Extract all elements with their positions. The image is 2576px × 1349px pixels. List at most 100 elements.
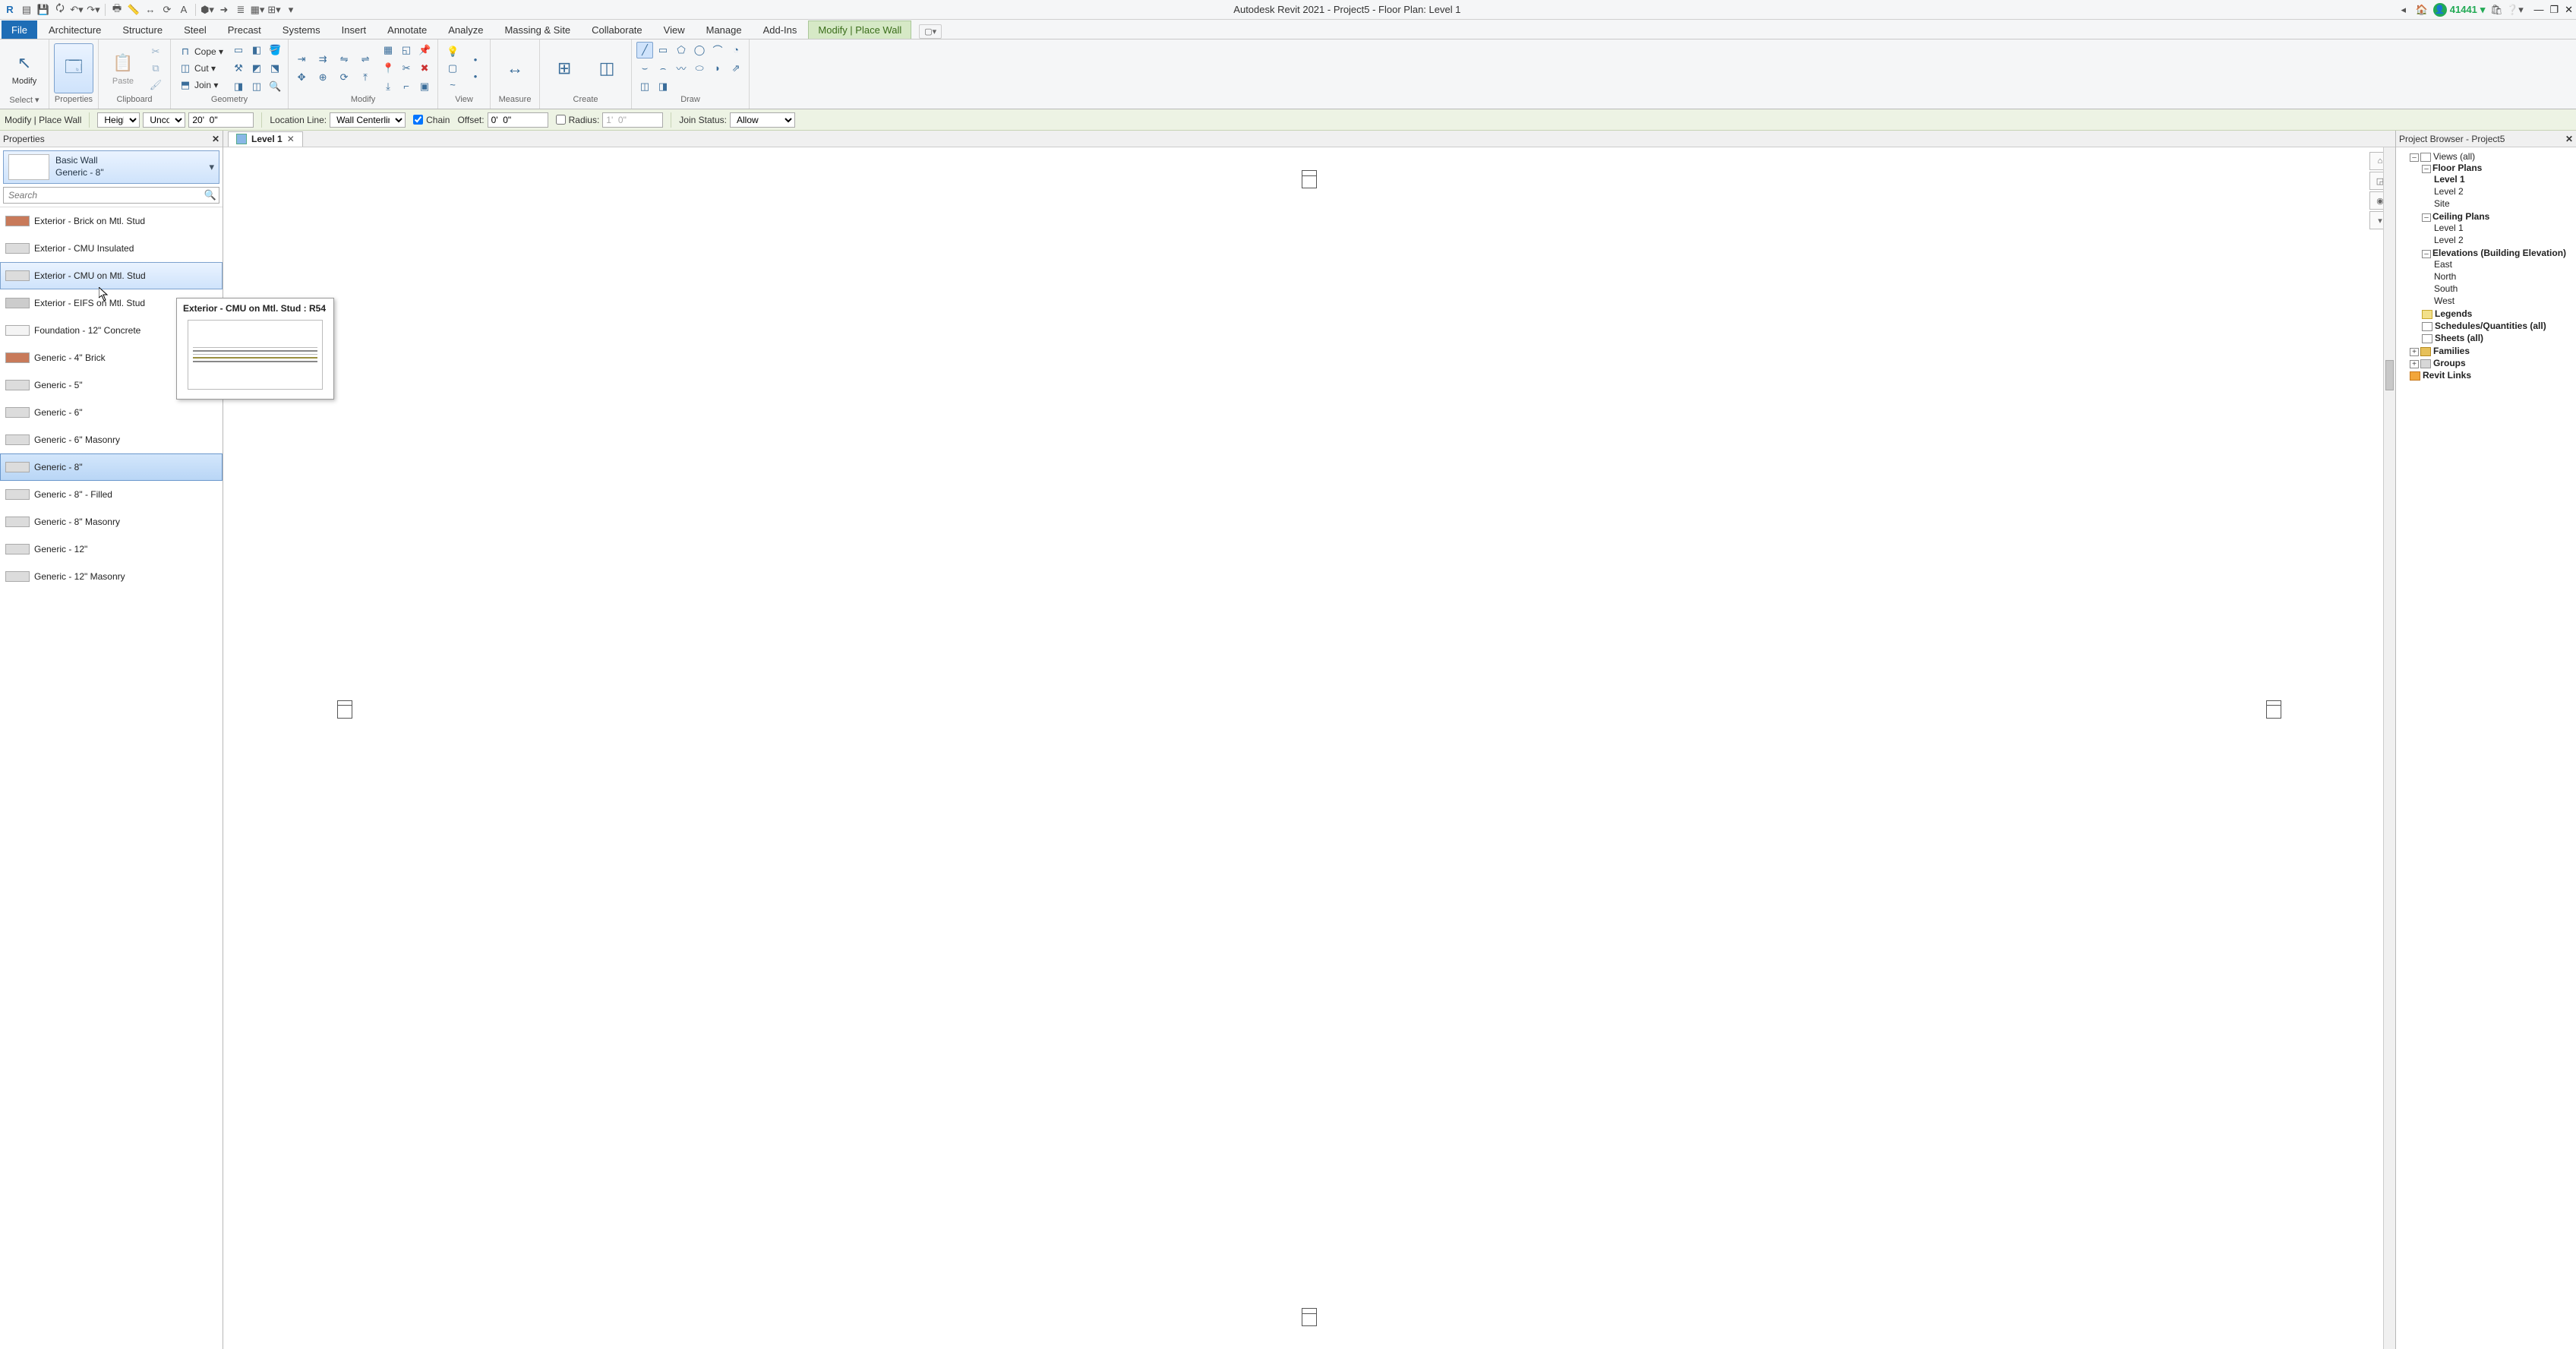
type-item[interactable]: Exterior - CMU on Mtl. Stud — [0, 262, 223, 289]
delete-icon[interactable]: ✖ — [416, 60, 433, 77]
fillet-arc-icon[interactable]: ⌢ — [655, 60, 671, 77]
create-group-button[interactable]: ⊞ — [545, 43, 584, 93]
type-item[interactable]: Generic - 12" Masonry — [0, 563, 223, 590]
type-item[interactable]: Generic - 6" — [0, 399, 223, 426]
height-constraint-select[interactable]: Uncon — [143, 112, 185, 128]
ribbon-tab-annotate[interactable]: Annotate — [377, 21, 437, 39]
pick-lines-icon[interactable]: ⇗ — [728, 60, 744, 77]
tree-legends[interactable]: Legends — [2435, 308, 2472, 319]
pick-face-icon[interactable]: ◨ — [655, 78, 671, 95]
keyword-search-icon[interactable]: ◂ — [2397, 3, 2410, 17]
minimize-button[interactable]: — — [2533, 4, 2543, 16]
type-item[interactable]: Generic - 8" — [0, 453, 223, 481]
trim-icon[interactable]: ⤒ — [357, 69, 374, 86]
circle-icon[interactable]: ◯ — [691, 42, 708, 58]
search-input[interactable] — [4, 190, 202, 201]
ribbon-tab-analyze[interactable]: Analyze — [438, 21, 493, 39]
tree-fp-level1[interactable]: Level 1 — [2434, 174, 2465, 185]
rotate-icon[interactable]: ⟳ — [336, 69, 352, 86]
tree-elevations[interactable]: Elevations (Building Elevation) — [2432, 248, 2566, 258]
dropdown-icon[interactable]: 🏠 — [2415, 3, 2429, 17]
ribbon-tab-insert[interactable]: Insert — [332, 21, 377, 39]
demolish-icon[interactable]: ⚒ — [230, 60, 247, 77]
radius-input[interactable] — [602, 112, 663, 128]
geom-icon[interactable]: ⬔ — [267, 60, 283, 77]
ribbon-tab-collaborate[interactable]: Collaborate — [582, 21, 652, 39]
tag-icon[interactable]: ⟳ — [160, 3, 174, 17]
hide-button[interactable]: 💡 — [443, 44, 462, 59]
search-icon[interactable]: 🔍 — [202, 189, 219, 201]
geom-icon[interactable]: ◫ — [248, 78, 265, 95]
sync-icon[interactable]: 🗘 — [53, 3, 67, 17]
open-icon[interactable]: ▤ — [20, 3, 33, 17]
project-tree[interactable]: –Views (all) –Floor Plans Level 1 Level … — [2396, 147, 2576, 1349]
cut-button[interactable]: ✂ — [146, 44, 166, 59]
override-button[interactable]: ▢ — [443, 61, 462, 76]
ribbon-tab-steel[interactable]: Steel — [174, 21, 216, 39]
tree-el-south[interactable]: South — [2434, 283, 2458, 294]
unpin-icon[interactable]: 📍 — [380, 60, 396, 77]
tree-toggle[interactable]: – — [2422, 213, 2431, 222]
drawing-canvas[interactable]: ⌂ ◲ ◉ ▾ — [223, 147, 2395, 1349]
ribbon-tab-modify-place-wall[interactable]: Modify | Place Wall — [808, 21, 911, 39]
move-icon[interactable]: ✥ — [293, 69, 310, 86]
radius-checkbox[interactable] — [556, 115, 566, 125]
elevation-marker-west[interactable] — [337, 700, 352, 719]
offset-icon[interactable]: ⇉ — [314, 51, 331, 68]
favorites-icon[interactable]: 🛍 — [2489, 3, 2503, 17]
tree-fp-site[interactable]: Site — [2434, 198, 2450, 209]
tree-cp-level2[interactable]: Level 2 — [2434, 235, 2464, 245]
mirror-axis-icon[interactable]: ⇋ — [336, 51, 352, 68]
align-icon[interactable]: ⇥ — [293, 51, 310, 68]
dimension-icon[interactable]: ↔ — [144, 3, 157, 17]
view-dd-button[interactable]: • — [466, 52, 485, 68]
ribbon-tab-view[interactable]: View — [654, 21, 695, 39]
type-item[interactable]: Generic - 6" Masonry — [0, 426, 223, 453]
geom-icon[interactable]: 🔍 — [267, 78, 283, 95]
geom-icon[interactable]: ◨ — [230, 78, 247, 95]
line-icon[interactable]: ╱ — [636, 42, 653, 58]
measure-icon[interactable]: 📏 — [127, 3, 140, 17]
ribbon-tab-massing[interactable]: Massing & Site — [494, 21, 580, 39]
copy-button[interactable]: ⧉ — [146, 61, 166, 76]
ribbon-tab-manage[interactable]: Manage — [696, 21, 752, 39]
tree-schedules[interactable]: Schedules/Quantities (all) — [2435, 321, 2546, 331]
tree-views[interactable]: Views (all) — [2433, 151, 2475, 162]
rect-icon[interactable]: ▭ — [655, 42, 671, 58]
height-mode-select[interactable]: Heigh — [97, 112, 140, 128]
tree-families[interactable]: Families — [2433, 346, 2470, 356]
create-similar-button[interactable]: ◫ — [587, 43, 627, 93]
elevation-marker-south[interactable] — [1302, 1308, 1317, 1326]
close-views-icon[interactable]: ▦▾ — [251, 3, 264, 17]
ribbon-tab-precast[interactable]: Precast — [218, 21, 271, 39]
tree-revit-links[interactable]: Revit Links — [2423, 370, 2471, 381]
close-icon[interactable]: ✕ — [212, 134, 219, 144]
print-icon[interactable]: 🖶 — [110, 3, 124, 17]
match-button[interactable]: 🖌 — [146, 77, 166, 93]
tree-el-north[interactable]: North — [2434, 271, 2456, 282]
corner-icon[interactable]: ⌐ — [398, 78, 415, 95]
tree-toggle[interactable]: + — [2410, 348, 2419, 356]
type-item[interactable]: Generic - 8" - Filled — [0, 481, 223, 508]
tree-ceiling-plans[interactable]: Ceiling Plans — [2432, 211, 2489, 222]
ribbon-tab-systems[interactable]: Systems — [273, 21, 330, 39]
pin-icon[interactable]: 📌 — [416, 42, 433, 58]
tree-groups[interactable]: Groups — [2433, 358, 2466, 368]
tree-toggle[interactable]: – — [2422, 165, 2431, 173]
array-icon[interactable]: ▦ — [380, 42, 396, 58]
close-icon[interactable]: ✕ — [2565, 134, 2573, 144]
properties-button[interactable]: 🗔 — [54, 43, 93, 93]
paint-icon[interactable]: 🪣 — [267, 42, 283, 58]
copy-icon[interactable]: ⊕ — [314, 69, 331, 86]
undo-icon[interactable]: ↶▾ — [70, 3, 84, 17]
tree-el-east[interactable]: East — [2434, 259, 2452, 270]
thin-lines-icon[interactable]: ≣ — [234, 3, 248, 17]
view-dd-button[interactable]: • — [466, 69, 485, 84]
type-item[interactable]: Generic - 12" — [0, 535, 223, 563]
ribbon-tab-file[interactable]: File — [2, 21, 37, 39]
switch-windows-icon[interactable]: ⊞▾ — [267, 3, 281, 17]
paste-button[interactable]: 📋 Paste — [103, 43, 143, 93]
3d-icon[interactable]: ⬢▾ — [200, 3, 214, 17]
elevation-marker-east[interactable] — [2266, 700, 2281, 719]
offset-input[interactable] — [488, 112, 548, 128]
